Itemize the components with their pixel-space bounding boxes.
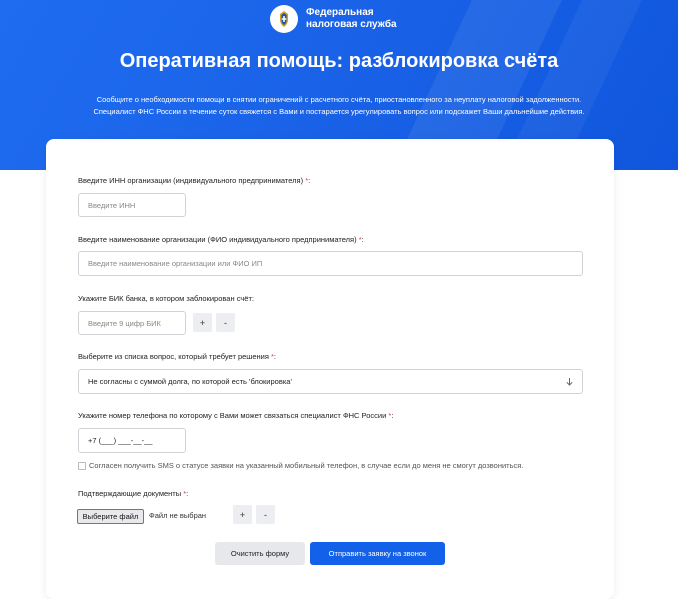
inn-input[interactable]: Введите ИНН (78, 193, 186, 217)
page-title: Оперативная помощь: разблокировка счёта (119, 50, 559, 72)
chevron-down-icon (566, 378, 573, 386)
subtitle-line2: Специалист ФНС России в течение суток св… (93, 107, 585, 116)
bik-input[interactable]: Введите 9 цифр БИК (78, 311, 186, 335)
fns-emblem-icon (270, 5, 298, 33)
phone-input[interactable]: +7 (___) ___-__-__ (78, 428, 186, 453)
logo-line1: Федеральная (306, 7, 374, 18)
sms-consent-text: Согласен получить SMS о статусе заявки н… (89, 461, 524, 470)
question-select[interactable]: Не согласны с суммой долга, по которой е… (78, 369, 583, 394)
sms-consent-checkbox[interactable] (78, 461, 86, 470)
clear-form-button[interactable]: Очистить форму (215, 542, 305, 565)
bik-remove-button[interactable]: - (216, 313, 235, 332)
bik-add-button[interactable]: + (193, 313, 212, 332)
page-subtitle: Сообщите о необходимости помощи в снятии… (50, 94, 628, 118)
fns-logo[interactable]: Федеральная налоговая служба (270, 5, 397, 33)
submit-request-button[interactable]: Отправить заявку на звонок (310, 542, 445, 565)
org-name-label: Введите наименование организации (ФИО ин… (78, 235, 364, 244)
logo-line2: налоговая служба (306, 19, 397, 30)
question-label: Выберите из списка вопрос, который требу… (78, 352, 276, 361)
inn-label: Введите ИНН организации (индивидуального… (78, 176, 311, 185)
file-status: Файл не выбран (149, 511, 207, 520)
subtitle-line1: Сообщите о необходимости помощи в снятии… (96, 95, 582, 104)
docs-remove-button[interactable]: - (256, 505, 275, 524)
choose-file-button[interactable]: Выберите файл (77, 509, 144, 524)
docs-label: Подтверждающие документы *: (78, 489, 189, 498)
org-name-input[interactable]: Введите наименование организации или ФИО… (78, 251, 583, 276)
bik-label: Укажите БИК банка, в котором заблокирова… (78, 294, 254, 303)
docs-add-button[interactable]: + (233, 505, 252, 524)
sms-consent[interactable]: Согласен получить SMS о статусе заявки н… (78, 461, 523, 470)
phone-label: Укажите номер телефона по которому с Вам… (78, 411, 394, 420)
